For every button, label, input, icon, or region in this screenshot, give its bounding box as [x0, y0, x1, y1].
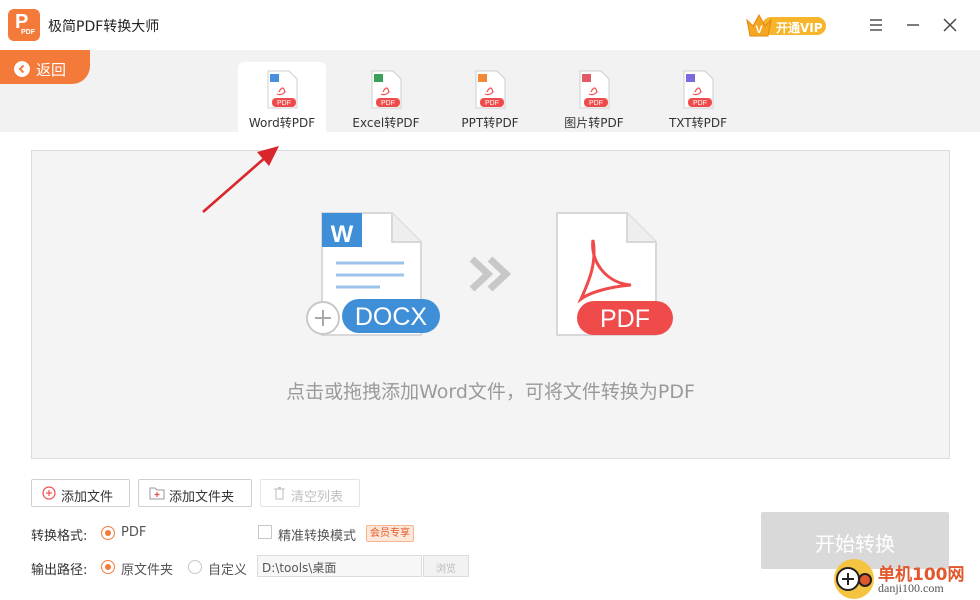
- ppt-file-icon: PDF: [475, 70, 506, 109]
- format-label: 转换格式:: [31, 529, 88, 544]
- browse-button[interactable]: 浏览: [423, 555, 469, 577]
- hamburger-icon[interactable]: [865, 14, 887, 36]
- tab-label: 图片转PDF: [564, 116, 624, 130]
- member-badge: 会员专享: [366, 525, 414, 542]
- tab-label: PPT转PDF: [461, 116, 519, 130]
- tab-badge: PDF: [693, 100, 707, 107]
- tab-word-to-pdf[interactable]: PDF Word转PDF: [238, 62, 326, 132]
- logo-sub: PDF: [21, 29, 35, 36]
- image-file-icon: PDF: [579, 70, 610, 109]
- original-folder-radio[interactable]: [101, 560, 115, 574]
- pdf-file-icon: PDF: [556, 212, 673, 336]
- precise-mode-label: 精准转换模式: [278, 529, 357, 544]
- add-folder-button[interactable]: 添加文件夹: [138, 479, 252, 507]
- clear-list-button[interactable]: 清空列表: [260, 479, 360, 507]
- tab-label: TXT转PDF: [668, 116, 728, 130]
- precise-mode-checkbox[interactable]: [258, 525, 272, 539]
- docx-file-icon: W DOCX: [306, 212, 440, 336]
- app-title: 极简PDF转换大师: [48, 19, 160, 35]
- vip-button[interactable]: V 开通VIP: [744, 11, 828, 37]
- tab-badge: PDF: [381, 100, 395, 107]
- trash-icon: [274, 487, 285, 500]
- pdf-badge: PDF: [600, 305, 650, 333]
- format-pdf-radio[interactable]: [101, 526, 115, 540]
- add-circle-icon: [42, 486, 56, 500]
- double-chevron-icon: [469, 256, 512, 292]
- tab-label: Excel转PDF: [352, 116, 420, 130]
- annotation-arrow-icon: [202, 146, 279, 213]
- browse-label: 浏览: [436, 564, 456, 575]
- output-label: 输出路径:: [31, 563, 88, 578]
- add-folder-label: 添加文件夹: [169, 490, 235, 505]
- docx-letter: W: [331, 221, 354, 248]
- vip-label: 开通VIP: [776, 21, 823, 35]
- add-folder-icon: [149, 487, 165, 500]
- back-arrow-icon: [14, 61, 30, 77]
- drop-hint: 点击或拖拽添加Word文件，可将文件转换为PDF: [286, 381, 695, 403]
- minimize-icon[interactable]: [902, 14, 924, 36]
- file-drop-zone[interactable]: [31, 150, 950, 459]
- tab-txt-to-pdf[interactable]: PDF TXT转PDF: [654, 62, 742, 132]
- custom-path-label: 自定义: [208, 563, 248, 578]
- tab-excel-to-pdf[interactable]: PDF Excel转PDF: [342, 62, 430, 132]
- txt-file-icon: PDF: [683, 70, 714, 109]
- tab-label: Word转PDF: [248, 116, 316, 130]
- crown-icon: V: [746, 13, 772, 37]
- svg-text:V: V: [755, 24, 763, 36]
- add-file-label: 添加文件: [61, 490, 114, 505]
- tab-ppt-to-pdf[interactable]: PDF PPT转PDF: [446, 62, 534, 132]
- site-watermark: 单机100网 danji100.com: [832, 558, 980, 600]
- tab-badge: PDF: [589, 100, 603, 107]
- start-convert-label: 开始转换: [815, 532, 895, 556]
- format-pdf-label: PDF: [121, 525, 147, 540]
- watermark-logo-icon: [834, 559, 874, 599]
- tab-badge: PDF: [485, 100, 499, 107]
- output-path-value: D:\tools\桌面: [262, 561, 337, 575]
- excel-file-icon: PDF: [371, 70, 402, 109]
- docx-badge: DOCX: [355, 303, 428, 331]
- tab-badge: PDF: [277, 100, 291, 107]
- output-path-input[interactable]: D:\tools\桌面: [257, 555, 422, 577]
- word-file-icon: PDF: [267, 70, 298, 109]
- back-label: 返回: [36, 61, 67, 79]
- custom-path-radio[interactable]: [188, 560, 202, 574]
- tab-image-to-pdf[interactable]: PDF 图片转PDF: [550, 62, 638, 132]
- original-folder-label: 原文件夹: [121, 563, 174, 578]
- watermark-site-url: danji100.com: [878, 581, 944, 595]
- close-icon[interactable]: [939, 14, 961, 36]
- add-file-button[interactable]: 添加文件: [31, 479, 130, 507]
- app-logo: P PDF: [8, 9, 40, 41]
- clear-list-label: 清空列表: [291, 490, 344, 505]
